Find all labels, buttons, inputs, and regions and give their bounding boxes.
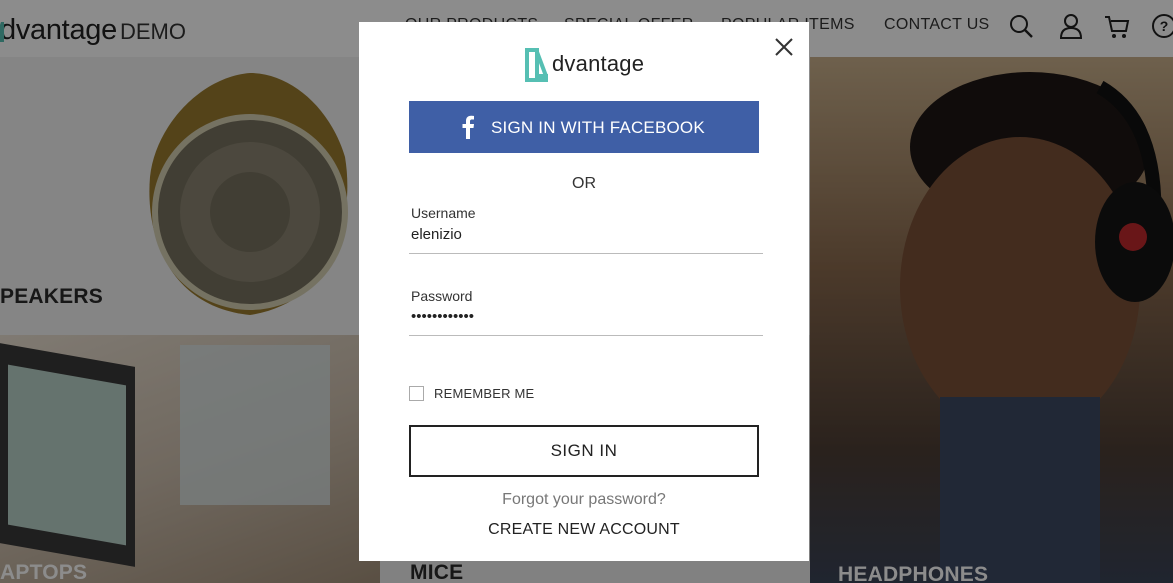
modal-logo: dvantage [524,46,644,82]
sign-in-button[interactable]: SIGN IN [409,425,759,477]
or-divider-text: OR [572,175,596,192]
remember-me: REMEMBER ME [409,386,534,401]
username-input[interactable] [409,226,763,254]
forgot-password-link[interactable]: Forgot your password? [359,491,809,509]
password-input[interactable] [409,308,763,336]
remember-me-checkbox[interactable] [409,386,424,401]
create-account-link[interactable]: CREATE NEW ACCOUNT [359,521,809,539]
facebook-signin-button[interactable]: SIGN IN WITH FACEBOOK [409,101,759,153]
password-label: Password [411,288,473,304]
facebook-icon [462,115,474,139]
logo-mark-icon [525,48,548,82]
close-icon[interactable] [773,36,795,58]
modal-logo-text: dvantage [552,51,645,76]
remember-me-label: REMEMBER ME [434,386,535,401]
login-modal: dvantage SIGN IN WITH FACEBOOK OR Userna… [359,22,809,561]
username-label: Username [411,205,476,221]
facebook-signin-label: SIGN IN WITH FACEBOOK [491,118,705,137]
